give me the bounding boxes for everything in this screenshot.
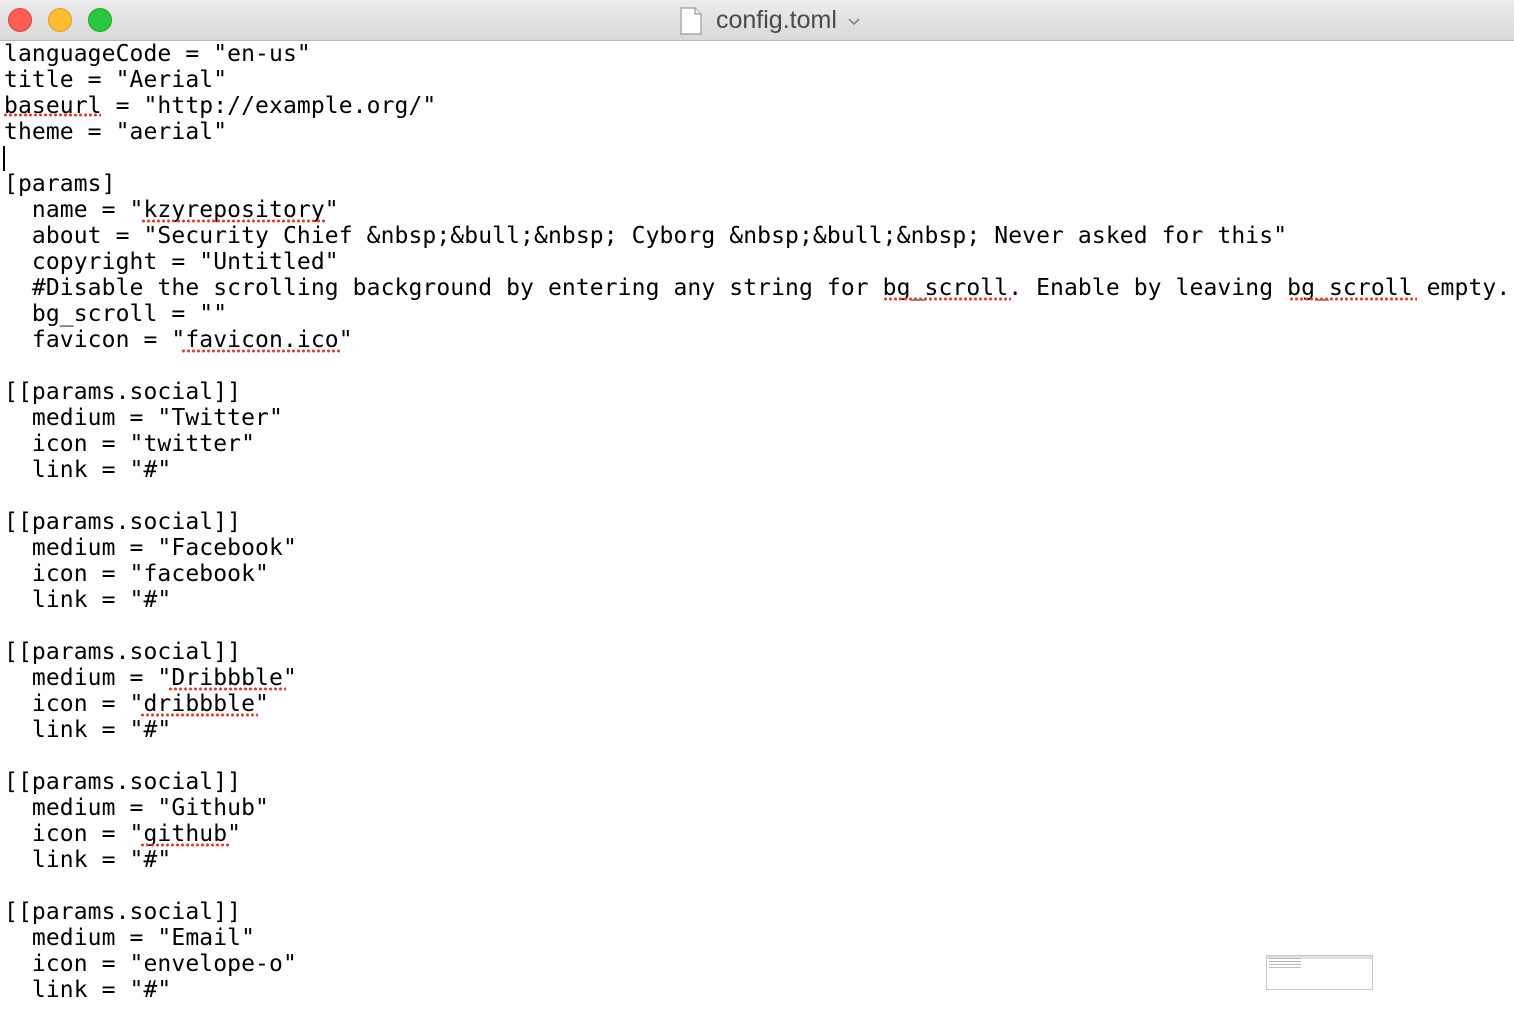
editor-line: [[params.social]] (4, 899, 242, 925)
editor-line: medium = "Facebook" (4, 535, 297, 561)
editor-line: medium = "Twitter" (4, 405, 283, 431)
close-button[interactable] (8, 8, 32, 32)
editor-line: medium = "Email" (4, 925, 256, 951)
window-thumbnail[interactable] (1266, 955, 1373, 990)
spellcheck-underline-github (140, 843, 230, 847)
spellcheck-underline-bg-scroll-2 (1289, 297, 1417, 301)
spellcheck-underline-favicon (181, 349, 341, 353)
spellcheck-underline-baseurl (3, 113, 101, 117)
editor-line: copyright = "Untitled" (4, 249, 339, 275)
document-title[interactable]: config.toml (680, 0, 861, 41)
editor-line: link = "#" (4, 977, 172, 1003)
document-title-label: config.toml (716, 6, 837, 34)
editor-line: about = "Security Chief &nbsp;&bull;&nbs… (4, 223, 1288, 249)
text-editor-window: config.toml languageCode = "en-us" title … (0, 0, 1514, 1016)
editor-line: theme = "aerial" (4, 119, 228, 145)
spellcheck-underline-bg-scroll-1 (883, 297, 1011, 301)
editor-line: languageCode = "en-us" (4, 41, 311, 67)
editor-line: title = "Aerial" (4, 67, 228, 93)
editor-line: [[params.social]] (4, 639, 242, 665)
document-icon (680, 6, 702, 35)
editor-line: link = "#" (4, 847, 172, 873)
spellcheck-underline-dribbble-medium (168, 687, 286, 691)
editor-line: [[params.social]] (4, 769, 242, 795)
thumbnail-text (1269, 958, 1301, 968)
editor-line: link = "#" (4, 587, 172, 613)
editor-line: link = "#" (4, 717, 172, 743)
editor-line: bg_scroll = "" (4, 301, 228, 327)
editor-line: icon = "envelope-o" (4, 951, 297, 977)
text-editor-area[interactable]: languageCode = "en-us" title = "Aerial" ba… (0, 41, 1514, 1016)
editor-line: icon = "twitter" (4, 431, 256, 457)
editor-line: [[params.social]] (4, 379, 242, 405)
editor-line: #Disable the scrolling background by ent… (4, 275, 1511, 301)
editor-line: [params] (4, 171, 116, 197)
chevron-down-icon[interactable] (847, 14, 861, 28)
text-cursor (3, 146, 5, 171)
editor-line: icon = "facebook" (4, 561, 269, 587)
editor-line: link = "#" (4, 457, 172, 483)
minimize-button[interactable] (48, 8, 72, 32)
editor-line: [[params.social]] (4, 509, 242, 535)
title-bar[interactable]: config.toml (0, 0, 1514, 41)
zoom-button[interactable] (88, 8, 112, 32)
spellcheck-underline-dribbble-icon (140, 713, 258, 717)
spellcheck-underline-kzyrepository (141, 219, 327, 223)
editor-line: medium = "Github" (4, 795, 269, 821)
